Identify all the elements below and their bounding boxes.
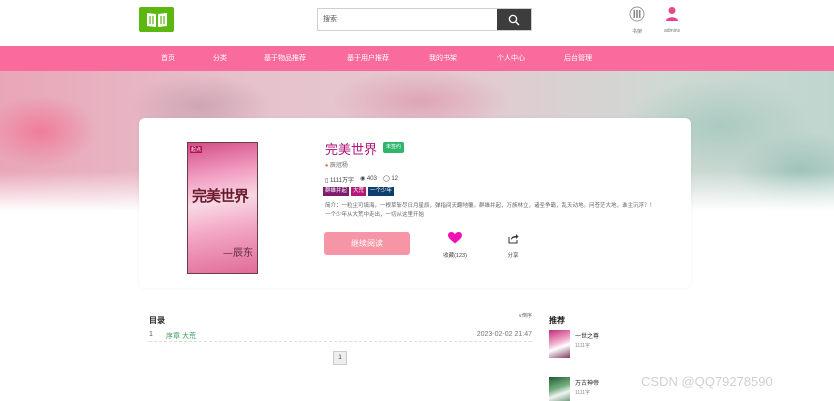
search-input[interactable] bbox=[318, 9, 497, 30]
chapter-row[interactable]: 1 序章 大荒 2023-02-02 21:47 bbox=[149, 330, 532, 342]
favorite-label: 收藏(123) bbox=[443, 253, 467, 259]
share-label: 分享 bbox=[507, 253, 519, 259]
comment-icon: ◯ bbox=[382, 176, 390, 182]
watermark: CSDN @QQ79278590 bbox=[641, 374, 773, 389]
bookshelf-label: 书架 bbox=[631, 29, 642, 35]
bookshelf-link[interactable]: 书架 bbox=[619, 6, 655, 35]
nav-home[interactable]: 首页 bbox=[161, 46, 175, 71]
nav-item-based-recommend[interactable]: 基于物品推荐 bbox=[264, 46, 306, 71]
cover-publisher-tag: 起点 bbox=[190, 146, 203, 153]
author-icon: ♠ bbox=[325, 163, 329, 169]
book-title: 完美世界 bbox=[325, 142, 378, 157]
comment-count: 12 bbox=[391, 176, 399, 182]
search-button[interactable] bbox=[497, 9, 531, 30]
bookshelf-icon bbox=[629, 6, 645, 22]
book-stats: ▯ 1111万字 ◉ 403 ◯ 12 bbox=[325, 175, 398, 184]
recommend-book-name[interactable]: 万古神帝 bbox=[575, 378, 599, 387]
sort-toggle[interactable]: ∨倒序 bbox=[518, 312, 532, 319]
eye-icon: ◉ bbox=[360, 176, 366, 182]
book-intro: 简介：一粒尘可填海，一根草斩尽日月星辰，弹指间天翻地覆。群雄并起，万族林立，诸圣… bbox=[325, 203, 656, 218]
chapter-list-title: 目录 bbox=[149, 316, 165, 325]
recommend-panel: 推荐 一世之尊 1111字 万古神帝 1111字 bbox=[549, 310, 669, 401]
book-tags: 群雄并起 大荒 一个少年 bbox=[323, 187, 395, 196]
username-label: admins bbox=[663, 28, 681, 34]
nav-personal-center[interactable]: 个人中心 bbox=[497, 46, 525, 71]
recommend-cover[interactable] bbox=[549, 377, 570, 401]
nav-admin[interactable]: 后台管理 bbox=[564, 46, 592, 71]
status-badge: 未签约 bbox=[383, 142, 405, 153]
author-name[interactable]: 辰冠杨 bbox=[330, 163, 348, 169]
recommend-word-count: 1111字 bbox=[575, 343, 591, 349]
tag[interactable]: 群雄并起 bbox=[323, 187, 350, 196]
search-icon bbox=[508, 14, 520, 25]
user-avatar-icon bbox=[666, 7, 678, 21]
book-detail-card: 起点 完美世界 —辰东 完美世界 未签约 ♠ 辰冠杨 ▯ 1111万字 ◉ 40… bbox=[139, 118, 691, 288]
book-cover: 起点 完美世界 —辰东 bbox=[187, 142, 258, 274]
book-icon bbox=[146, 12, 167, 27]
document-icon: ▯ bbox=[325, 178, 329, 184]
views-stat: ◉ 403 bbox=[360, 175, 377, 184]
heart-icon bbox=[448, 232, 462, 244]
recommend-word-count: 1111字 bbox=[575, 390, 591, 396]
share-icon bbox=[508, 234, 518, 244]
book-author: ♠ 辰冠杨 bbox=[325, 160, 348, 169]
continue-reading-button[interactable]: 继续阅读 bbox=[324, 232, 410, 255]
nav-category[interactable]: 分类 bbox=[213, 46, 227, 71]
recommend-book-name[interactable]: 一世之尊 bbox=[575, 331, 599, 340]
recommend-item[interactable]: 一世之尊 1111字 bbox=[549, 330, 669, 360]
chapter-list: 目录 ∨倒序 1 序章 大荒 2023-02-02 21:47 bbox=[149, 310, 532, 342]
word-count-stat: ▯ 1111万字 bbox=[325, 175, 354, 184]
tag[interactable]: 大荒 bbox=[351, 187, 367, 196]
search-box bbox=[317, 8, 532, 31]
word-count: 1111万字 bbox=[329, 178, 354, 184]
nav-user-based-recommend[interactable]: 基于用户推荐 bbox=[347, 46, 389, 71]
favorite-button[interactable]: 收藏(123) bbox=[440, 231, 470, 259]
user-menu[interactable]: admins bbox=[654, 6, 690, 34]
chapter-title-link[interactable]: 序章 大荒 bbox=[166, 331, 196, 341]
cover-title: 完美世界 bbox=[192, 187, 249, 205]
comments-stat: ◯ 12 bbox=[383, 175, 398, 184]
recommend-title: 推荐 bbox=[549, 316, 565, 325]
view-count: 403 bbox=[366, 176, 377, 182]
share-button[interactable]: 分享 bbox=[501, 231, 525, 259]
chapter-date: 2023-02-02 21:47 bbox=[476, 331, 532, 338]
site-logo[interactable] bbox=[139, 7, 174, 32]
page-button-1[interactable]: 1 bbox=[333, 351, 347, 365]
chapter-number: 1 bbox=[149, 331, 153, 338]
recommend-cover[interactable] bbox=[549, 330, 570, 358]
tag[interactable]: 一个少年 bbox=[368, 187, 395, 196]
main-nav: 首页 分类 基于物品推荐 基于用户推荐 我的书架 个人中心 后台管理 bbox=[0, 46, 834, 71]
cover-author: —辰东 bbox=[223, 248, 253, 259]
nav-my-bookshelf[interactable]: 我的书架 bbox=[429, 46, 457, 71]
site-header: 书架 admins bbox=[0, 0, 834, 46]
